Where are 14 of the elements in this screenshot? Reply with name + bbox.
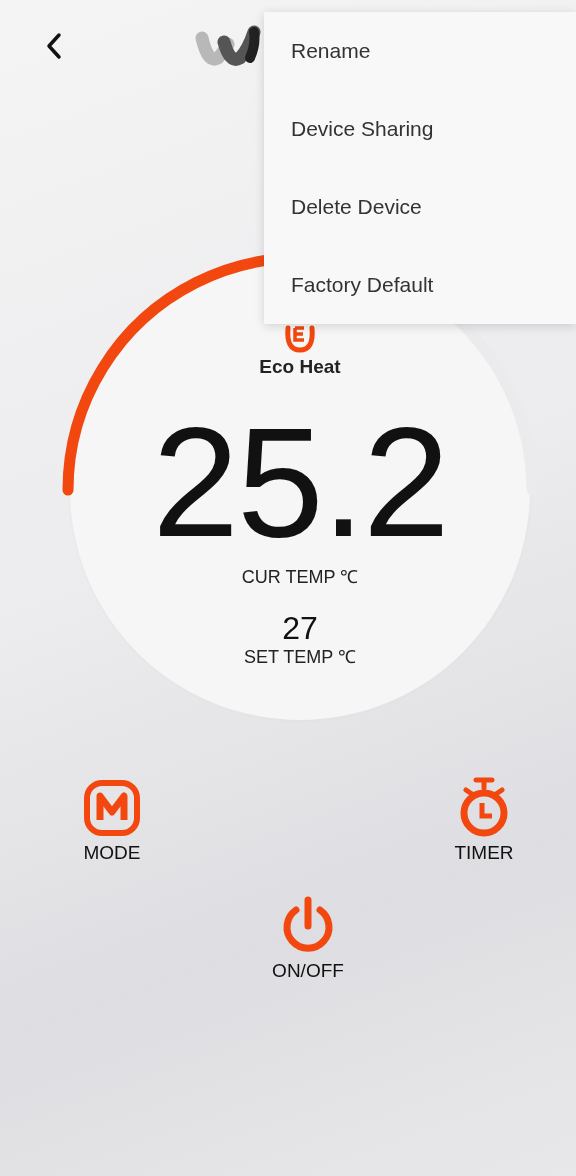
menu-item[interactable]: Delete Device — [264, 168, 576, 246]
menu-item[interactable]: Device Sharing — [264, 90, 576, 168]
back-icon[interactable] — [44, 32, 64, 60]
mode-label: Eco Heat — [259, 356, 341, 378]
timer-button[interactable]: TIMER — [452, 776, 516, 864]
mode-button[interactable]: MODE — [80, 776, 144, 864]
current-temperature-label: CUR TEMP ℃ — [241, 566, 359, 588]
current-temperature: 25.2 — [152, 404, 448, 560]
eco-mode-icon — [282, 324, 318, 354]
menu-item[interactable]: Rename — [264, 12, 576, 90]
menu-item[interactable]: Factory Default — [264, 246, 576, 324]
set-temperature: 27 — [282, 612, 318, 644]
set-temperature-label: SET TEMP ℃ — [243, 646, 356, 668]
power-button[interactable]: ON/OFF — [272, 894, 344, 982]
